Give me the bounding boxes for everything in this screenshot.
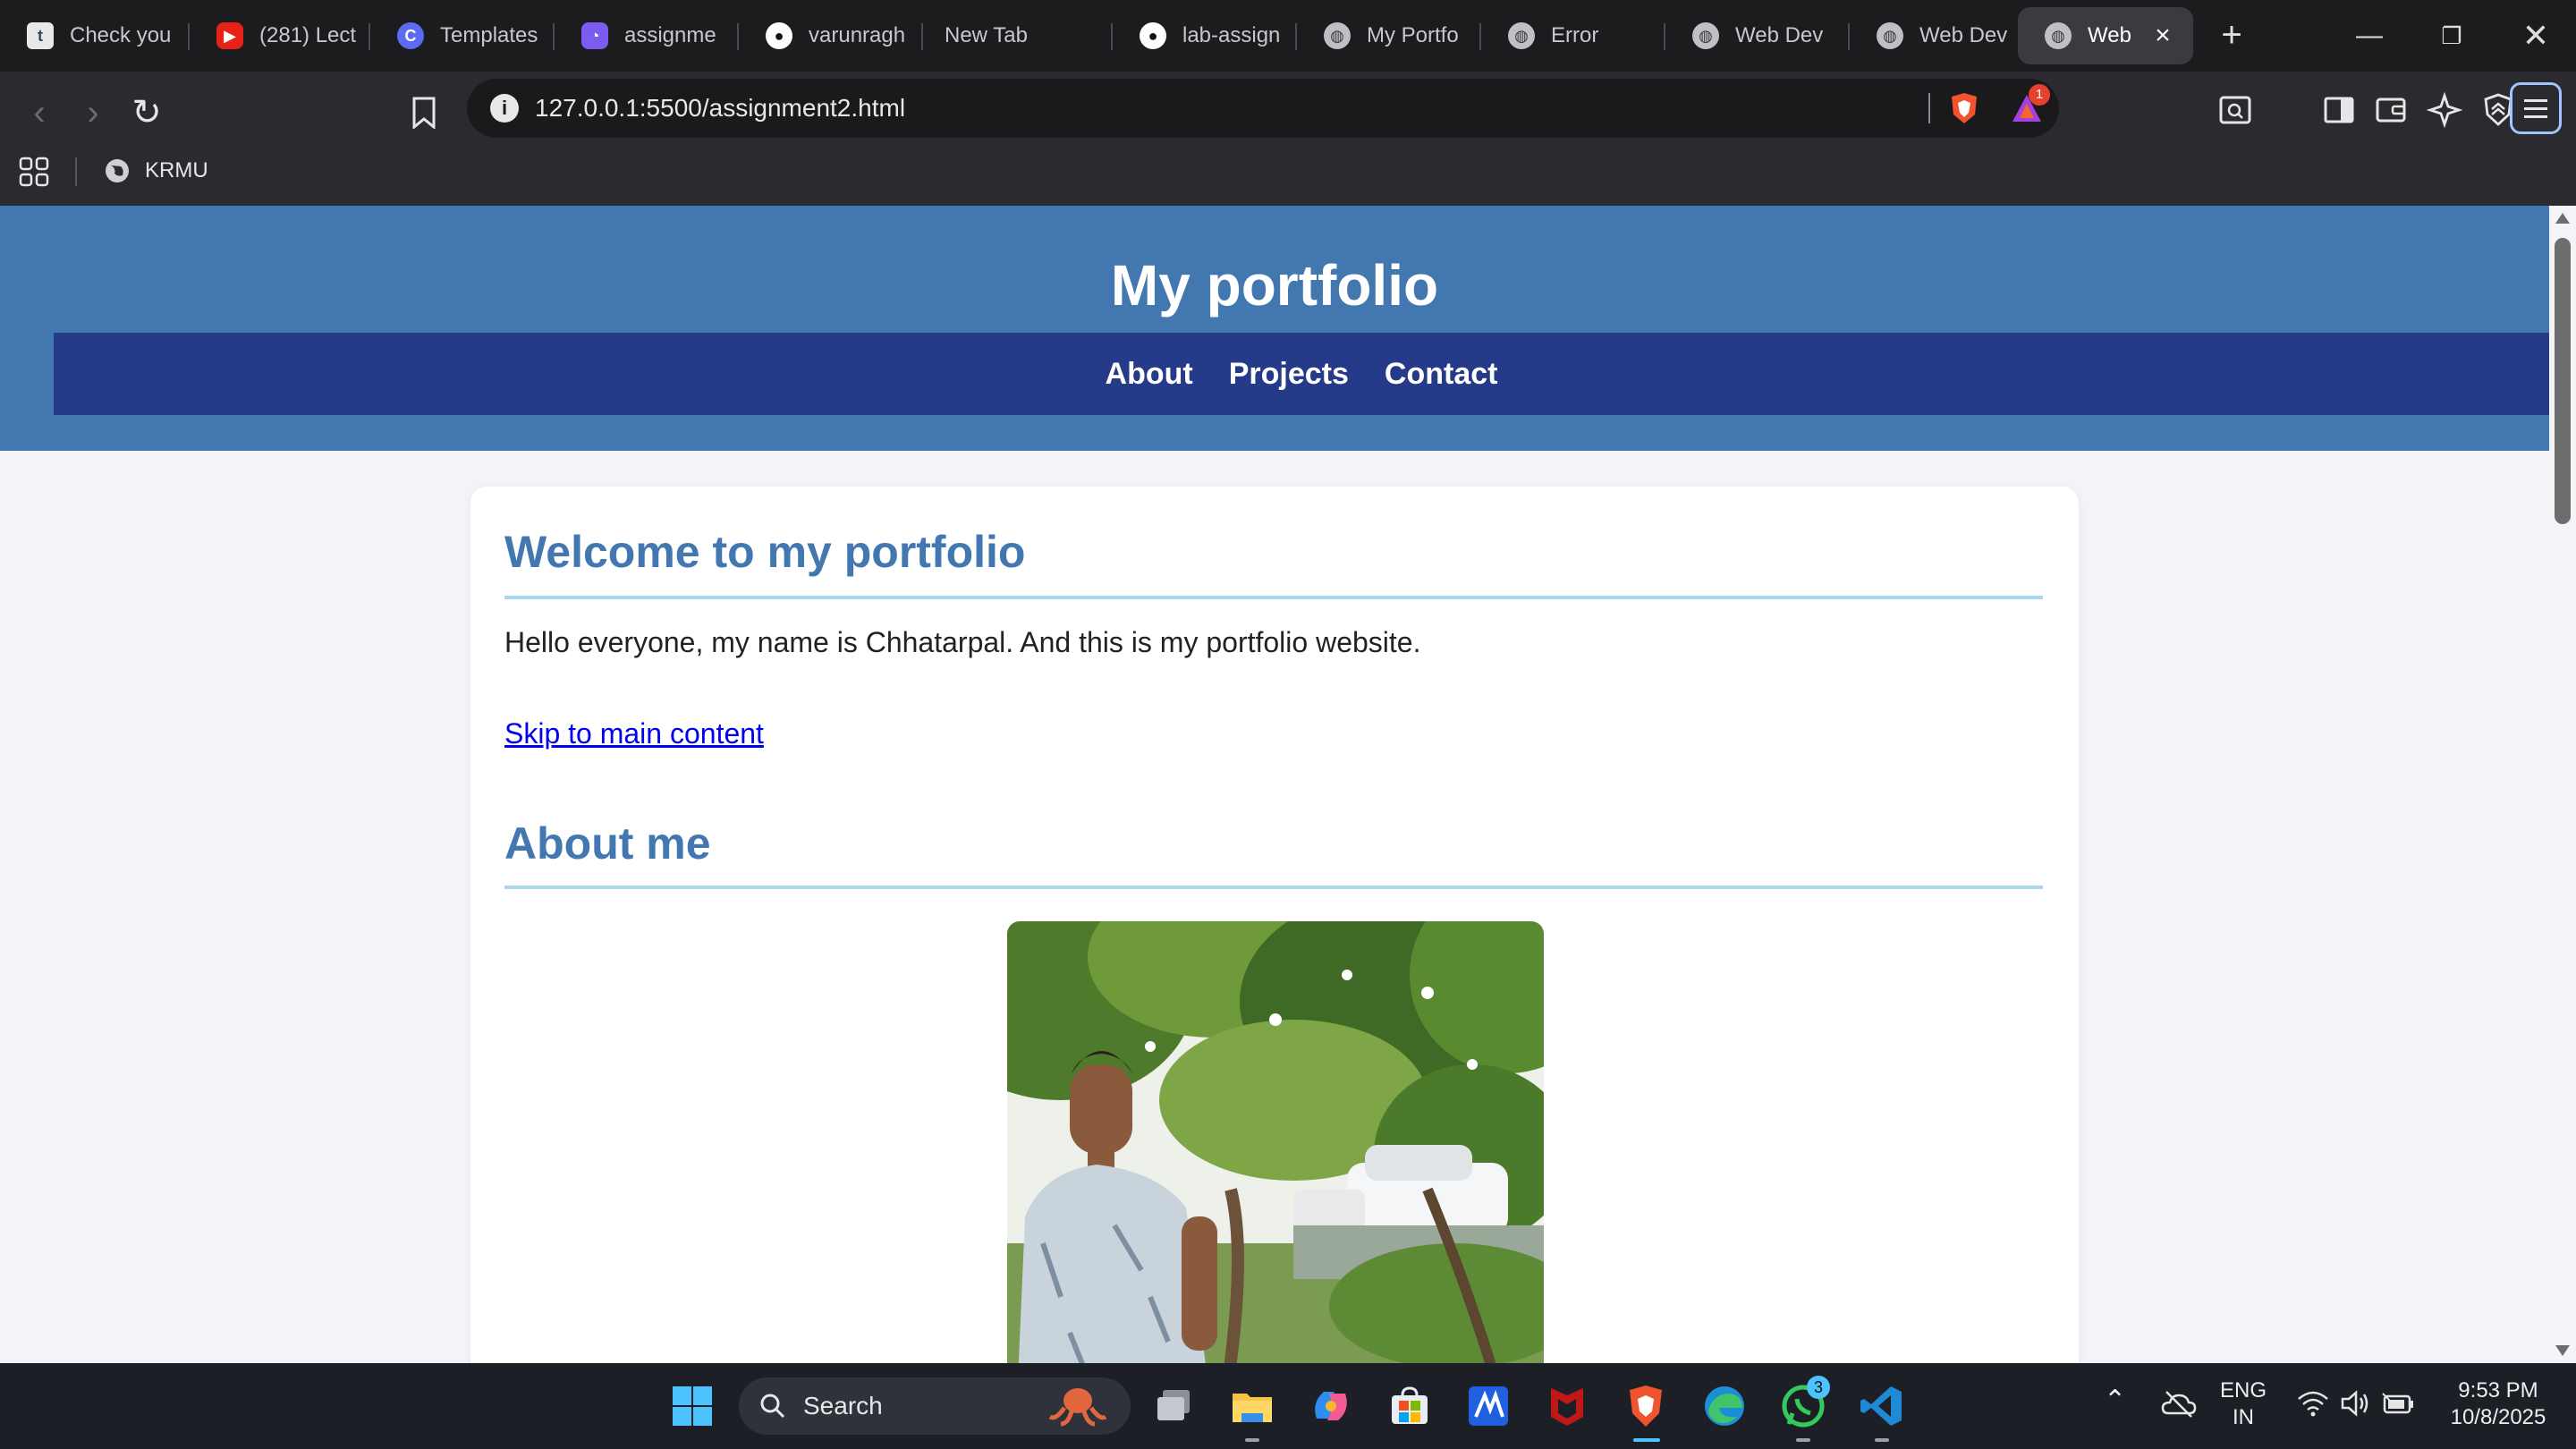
file-explorer-icon[interactable] [1229, 1383, 1275, 1429]
tab-active-web[interactable]: ◍ Web × [2018, 7, 2193, 64]
tab-new-tab[interactable]: New Tab [923, 7, 1111, 64]
site-title: My portfolio [1110, 253, 1439, 318]
globe-icon [106, 159, 129, 182]
microsoft-store-icon[interactable] [1386, 1383, 1433, 1429]
address-bar[interactable]: i 127.0.0.1:5500/assignment2.html 1 [467, 79, 2059, 138]
show-hidden-icons[interactable]: ⌃ [2104, 1385, 2126, 1416]
volume-icon[interactable] [2340, 1390, 2372, 1417]
menu-button[interactable] [2510, 82, 2562, 134]
address-divider [1928, 93, 1930, 123]
search-tab-icon[interactable] [2213, 88, 2258, 132]
globe-icon: ◍ [1877, 22, 1903, 49]
github-icon: ● [766, 22, 792, 49]
forward-icon[interactable]: › [68, 88, 118, 138]
running-indicator [1875, 1438, 1889, 1442]
tumblr-icon: t [27, 22, 54, 49]
whatsapp-badge: 3 [1807, 1376, 1830, 1399]
tab-check-you[interactable]: t Check you [0, 7, 188, 64]
main-card: Welcome to my portfolio Hello everyone, … [470, 487, 2079, 1363]
vscode-icon[interactable] [1859, 1383, 1905, 1429]
site-nav: About Projects Contact [54, 333, 2549, 415]
rewards-badge: 1 [2029, 84, 2050, 106]
globe-icon: ◍ [1692, 22, 1719, 49]
canva-icon: C [397, 22, 424, 49]
globe-icon: ◍ [2045, 22, 2072, 49]
heading-divider [504, 886, 2043, 889]
nav-contact-link[interactable]: Contact [1385, 357, 1498, 392]
app-icon: ◔ [581, 22, 608, 49]
edge-icon[interactable] [1701, 1383, 1748, 1429]
copilot-icon[interactable] [1308, 1383, 1354, 1429]
tab-bar: t Check you ▶ (281) Lect C Templates ◔ a… [0, 0, 2576, 72]
heading-divider [504, 596, 2043, 599]
bookmarks-bar: KRMU [0, 145, 2576, 197]
active-indicator [1633, 1438, 1660, 1442]
wallet-icon[interactable] [2368, 88, 2413, 132]
tab-web-dev-1[interactable]: ◍ Web Dev [1665, 7, 1848, 64]
brave-browser-icon[interactable] [1623, 1383, 1669, 1429]
leo-ai-icon[interactable] [2422, 88, 2467, 132]
new-tab-button[interactable]: + [2209, 13, 2254, 57]
taskbar: Search 3 ⌃ ENG IN 9:53 PM 10/8/2025 [0, 1363, 2576, 1449]
scroll-up-icon[interactable] [2555, 213, 2570, 224]
close-tab-icon[interactable]: × [2147, 20, 2179, 52]
about-heading: About me [504, 818, 711, 869]
tab-varunragh[interactable]: ● varunragh [739, 7, 921, 64]
page-scrollbar[interactable] [2549, 206, 2576, 1363]
tab-web-dev-2[interactable]: ◍ Web Dev [1850, 7, 2032, 64]
brave-shields-icon[interactable] [1948, 91, 1980, 125]
minimize-icon[interactable]: — [2329, 0, 2410, 72]
close-window-icon[interactable]: ✕ [2496, 0, 2576, 72]
intro-text: Hello everyone, my name is Chhatarpal. A… [504, 626, 1421, 658]
restore-icon[interactable]: ❐ [2411, 0, 2492, 72]
mcafee-icon[interactable] [1544, 1383, 1590, 1429]
taskbar-search[interactable]: Search [739, 1377, 1131, 1435]
browser-toolbar: ‹ › ↻ i 127.0.0.1:5500/assignment2.html … [0, 72, 2576, 215]
wifi-icon[interactable] [2297, 1390, 2329, 1417]
tab-lab-assign[interactable]: ● lab-assign [1113, 7, 1295, 64]
profile-photo [1007, 921, 1544, 1363]
site-header: My portfolio About Projects Contact [0, 206, 2549, 451]
windows-start-icon[interactable] [669, 1383, 716, 1429]
scroll-thumb[interactable] [2555, 238, 2571, 524]
scroll-down-icon[interactable] [2555, 1345, 2570, 1356]
onedrive-offline-icon[interactable] [2161, 1388, 2197, 1420]
tab-my-portfolio[interactable]: ◍ My Portfo [1297, 7, 1479, 64]
github-icon: ● [1140, 22, 1166, 49]
octopus-icon [1048, 1388, 1107, 1427]
bookmark-krmu[interactable]: KRMU [104, 145, 208, 197]
url-text[interactable]: 127.0.0.1:5500/assignment2.html [535, 79, 905, 138]
welcome-heading: Welcome to my portfolio [504, 527, 1026, 577]
page-viewport: My portfolio About Projects Contact Welc… [0, 206, 2549, 1363]
bookmark-icon[interactable] [399, 88, 449, 138]
running-indicator [1796, 1438, 1810, 1442]
back-icon[interactable]: ‹ [14, 88, 64, 138]
youtube-icon: ▶ [216, 22, 243, 49]
nav-projects-link[interactable]: Projects [1229, 357, 1349, 392]
tab-youtube[interactable]: ▶ (281) Lect [190, 7, 369, 64]
reload-icon[interactable]: ↻ [122, 88, 172, 138]
info-icon[interactable]: i [490, 94, 519, 123]
running-indicator [1245, 1438, 1259, 1442]
tab-templates[interactable]: C Templates [370, 7, 553, 64]
tab-assignment[interactable]: ◔ assignme [555, 7, 737, 64]
globe-icon: ◍ [1324, 22, 1351, 49]
globe-icon: ◍ [1508, 22, 1535, 49]
battery-icon[interactable] [2381, 1392, 2415, 1417]
sidebar-icon[interactable] [2317, 88, 2361, 132]
search-icon [760, 1394, 785, 1419]
apps-grid-icon[interactable] [18, 156, 50, 188]
clock[interactable]: 9:53 PM 10/8/2025 [2431, 1377, 2565, 1431]
nav-about-link[interactable]: About [1106, 357, 1193, 392]
bookmarks-divider [75, 157, 77, 186]
tab-error[interactable]: ◍ Error [1481, 7, 1664, 64]
task-view-icon[interactable] [1150, 1383, 1197, 1429]
language-indicator[interactable]: ENG IN [2220, 1377, 2267, 1431]
app-m-icon[interactable] [1465, 1383, 1512, 1429]
skip-to-main-link[interactable]: Skip to main content [504, 717, 764, 750]
